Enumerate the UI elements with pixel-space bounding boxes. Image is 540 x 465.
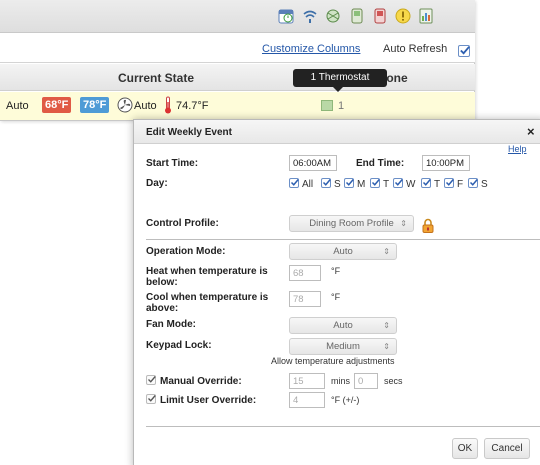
operation-mode-select[interactable]: Auto ⇕	[289, 243, 397, 260]
secs-unit: secs	[384, 376, 403, 386]
close-icon[interactable]: ×	[527, 124, 535, 139]
zone-device-icon[interactable]	[321, 100, 333, 111]
limit-override-label: Limit User Override:	[160, 395, 257, 406]
report-icon[interactable]	[418, 8, 434, 24]
section-divider	[146, 239, 540, 240]
fan-value: Auto	[134, 100, 157, 112]
control-profile-label: Control Profile:	[146, 218, 219, 229]
table-header: Current State s in Zone	[0, 64, 475, 91]
footer-divider	[146, 426, 540, 427]
manual-override-secs-input[interactable]	[354, 373, 378, 389]
end-time-label: End Time:	[356, 158, 405, 169]
day-saturday-label: S	[481, 179, 488, 190]
control-profile-value: Dining Room Profile	[309, 218, 394, 229]
wifi-icon[interactable]	[302, 8, 318, 24]
fan-mode-label: Fan Mode:	[146, 319, 196, 330]
day-monday-label: M	[357, 179, 366, 190]
limit-unit: °F (+/-)	[331, 395, 360, 405]
day-sunday-checkbox[interactable]	[321, 178, 331, 188]
auto-refresh-label: Auto Refresh	[383, 43, 448, 55]
day-thursday-label: T	[434, 179, 441, 190]
day-all-checkbox[interactable]	[289, 178, 299, 188]
current-temperature: 74.7°F	[176, 100, 209, 112]
day-saturday-checkbox[interactable]	[468, 178, 478, 188]
heat-setpoint-badge: 68°F	[42, 97, 72, 113]
warning-icon[interactable]	[395, 8, 411, 24]
device-icon[interactable]	[349, 8, 365, 24]
limit-override-checkbox[interactable]	[146, 394, 156, 404]
mode-value: Auto	[6, 100, 29, 112]
heat-unit: °F	[331, 266, 341, 276]
manual-override-checkbox[interactable]	[146, 375, 156, 385]
auto-refresh-checkbox[interactable]	[458, 45, 470, 57]
cool-setpoint-badge: 78°F	[80, 97, 110, 113]
customize-columns-link[interactable]: Customize Columns	[262, 43, 360, 55]
fan-icon	[117, 97, 133, 113]
start-time-input[interactable]	[289, 155, 337, 171]
day-monday-checkbox[interactable]	[344, 178, 354, 188]
toolbar	[0, 0, 475, 33]
zone-device-count[interactable]: 1	[338, 100, 344, 112]
mins-unit: mins	[331, 376, 351, 386]
edit-weekly-event-dialog: Edit Weekly Event × Help Start Time: End…	[133, 119, 540, 465]
dialog-titlebar: Edit Weekly Event ×	[134, 120, 540, 144]
day-tuesday-checkbox[interactable]	[370, 178, 380, 188]
cancel-button[interactable]: Cancel	[484, 438, 530, 459]
day-wednesday-label: W	[406, 179, 416, 190]
operation-mode-label: Operation Mode:	[146, 246, 226, 257]
alert-device-icon[interactable]	[372, 8, 388, 24]
manual-override-label: Manual Override:	[160, 376, 242, 387]
day-sunday-label: S	[334, 179, 341, 190]
keypad-lock-label: Keypad Lock:	[146, 340, 212, 351]
help-link[interactable]: Help	[508, 144, 527, 154]
heat-temperature-input[interactable]	[289, 265, 321, 281]
day-label: Day:	[146, 178, 168, 189]
table-options-row: Customize Columns Auto Refresh	[0, 33, 475, 63]
keypad-lock-select[interactable]: Medium ⇕	[289, 338, 397, 355]
heat-below-label: Heat when temperature is below:	[146, 266, 268, 288]
lock-icon[interactable]	[422, 218, 434, 233]
limit-override-input[interactable]	[289, 392, 325, 408]
day-thursday-checkbox[interactable]	[421, 178, 431, 188]
dialog-title: Edit Weekly Event	[146, 127, 232, 138]
table-row[interactable]: Auto 68°F 78°F Auto 74.7°F 1	[0, 92, 475, 120]
network-icon[interactable]	[325, 8, 341, 24]
end-time-input[interactable]	[422, 155, 470, 171]
fan-mode-select[interactable]: Auto ⇕	[289, 317, 397, 334]
operation-mode-value: Auto	[333, 246, 353, 257]
cool-above-label: Cool when temperature is above:	[146, 292, 269, 314]
cool-unit: °F	[331, 292, 341, 302]
cool-temperature-input[interactable]	[289, 291, 321, 307]
day-tuesday-label: T	[383, 179, 390, 190]
day-all-label: All	[302, 179, 314, 190]
thermostat-tooltip: 1 Thermostat	[293, 69, 387, 92]
ok-button[interactable]: OK	[452, 438, 478, 459]
day-wednesday-checkbox[interactable]	[393, 178, 403, 188]
calendar-clock-icon[interactable]	[278, 8, 294, 24]
column-current-state[interactable]: Current State	[118, 71, 194, 85]
day-friday-label: F	[457, 179, 464, 190]
start-time-label: Start Time:	[146, 158, 199, 169]
keypad-lock-value: Medium	[326, 341, 360, 352]
fan-mode-value: Auto	[333, 320, 353, 331]
day-friday-checkbox[interactable]	[444, 178, 454, 188]
control-profile-select[interactable]: Dining Room Profile ⇕	[289, 215, 414, 232]
thermometer-icon	[164, 96, 172, 114]
manual-override-mins-input[interactable]	[289, 373, 325, 389]
keypad-lock-note: Allow temperature adjustments	[271, 356, 395, 366]
